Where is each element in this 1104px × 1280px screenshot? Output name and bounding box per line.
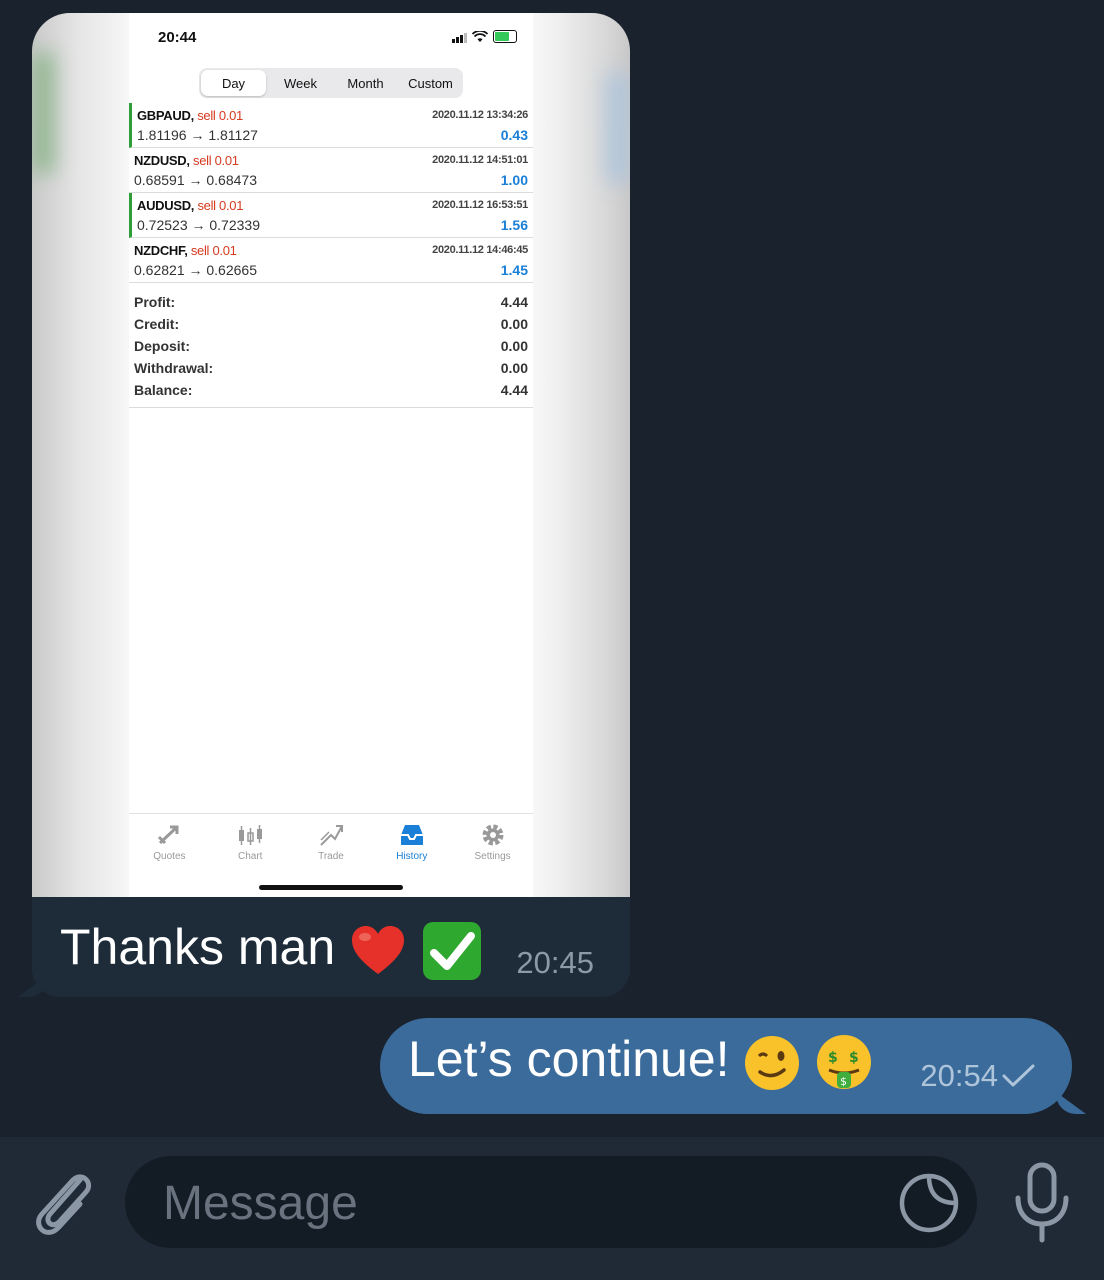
trade-side: sell 0.01 <box>197 108 243 123</box>
trade-row[interactable]: AUDUSD, sell 0.01 2020.11.12 16:53:51 0.… <box>129 193 533 238</box>
wifi-icon <box>472 31 488 42</box>
chart-icon <box>239 825 263 845</box>
incoming-message-time: 20:45 <box>516 945 594 980</box>
money-mouth-face-emoji: $ $$ <box>817 1034 872 1089</box>
gear-icon <box>482 824 504 846</box>
trade-profit: 1.00 <box>500 172 528 188</box>
trade-row[interactable]: NZDUSD, sell 0.01 2020.11.12 14:51:01 0.… <box>129 148 533 193</box>
quotes-icon <box>158 825 179 845</box>
trade-profit: 1.45 <box>500 262 528 278</box>
trade-row[interactable]: NZDCHF, sell 0.01 2020.11.12 14:46:45 0.… <box>129 238 533 283</box>
heart-emoji <box>352 925 405 974</box>
trade-prices: 0.62821 → 0.62665 <box>134 262 257 278</box>
winking-face-emoji <box>745 1035 800 1090</box>
summary-row-credit: Credit: 0.00 <box>134 316 528 332</box>
incoming-bubble-tail <box>18 975 48 997</box>
trade-row[interactable]: GBPAUD, sell 0.01 2020.11.12 13:34:26 1.… <box>129 103 533 148</box>
trade-time: 2020.11.12 16:53:51 <box>432 199 528 211</box>
outgoing-bubble-tail <box>1056 1092 1086 1114</box>
tab-day[interactable]: Day <box>201 70 266 96</box>
tab-history[interactable]: History <box>371 814 452 874</box>
trade-symbol: NZDUSD, sell 0.01 <box>134 153 239 168</box>
status-time: 20:44 <box>158 29 197 46</box>
account-summary: Profit: 4.44 Credit: 0.00 Deposit: 0.00 Wit… <box>129 291 533 408</box>
summary-row-balance: Balance: 4.44 <box>134 382 528 398</box>
trade-prices: 0.68591 → 0.68473 <box>134 172 257 188</box>
message-input[interactable] <box>161 1156 865 1250</box>
incoming-message[interactable]: 20:44 Day Week Month Custom GBPAUD, sell… <box>18 13 630 997</box>
summary-row-withdrawal: Withdrawal: 0.00 <box>134 360 528 376</box>
period-segmented-control: Day Week Month Custom <box>199 68 463 98</box>
screenshot-photo[interactable]: 20:44 Day Week Month Custom GBPAUD, sell… <box>32 13 630 897</box>
tab-chart[interactable]: Chart <box>210 814 291 874</box>
trade-side: sell 0.01 <box>197 198 244 213</box>
trade-symbol: GBPAUD, sell 0.01 <box>137 108 243 123</box>
status-icons <box>452 30 517 43</box>
tab-trade[interactable]: Trade <box>291 814 372 874</box>
trade-side: sell 0.01 <box>190 243 237 258</box>
trade-profit: 1.56 <box>500 217 528 233</box>
paperclip-icon[interactable] <box>28 1162 98 1242</box>
trade-side: sell 0.01 <box>193 153 239 168</box>
trade-prices: 0.72523 → 0.72339 <box>137 217 260 233</box>
trade-list: GBPAUD, sell 0.01 2020.11.12 13:34:26 1.… <box>129 103 533 283</box>
trade-prices: 1.81196 → 1.81127 <box>137 127 258 143</box>
summary-row-profit: Profit: 4.44 <box>134 294 528 310</box>
svg-text:$: $ <box>849 1050 859 1066</box>
svg-text:$: $ <box>840 1075 847 1088</box>
microphone-icon[interactable] <box>1008 1162 1076 1244</box>
tab-settings[interactable]: Settings <box>452 814 533 874</box>
tab-custom[interactable]: Custom <box>398 68 463 98</box>
photo-blur-left <box>32 53 54 173</box>
single-check-icon <box>1002 1064 1035 1087</box>
trade-profit: 0.43 <box>500 127 528 143</box>
tab-week[interactable]: Week <box>268 68 333 98</box>
sticker-icon[interactable] <box>898 1172 960 1234</box>
summary-row-deposit: Deposit: 0.00 <box>134 338 528 354</box>
phone-screen: 20:44 Day Week Month Custom GBPAUD, sell… <box>129 13 533 897</box>
outgoing-message[interactable]: Let’s continue! $ $ $ 20:54 <box>380 1018 1086 1114</box>
tab-month[interactable]: Month <box>333 68 398 98</box>
trade-symbol: AUDUSD, sell 0.01 <box>137 198 244 213</box>
app-tab-bar: Quotes Chart Trade History Settings <box>129 813 533 874</box>
trade-time: 2020.11.12 14:51:01 <box>432 154 528 166</box>
check-mark-emoji <box>422 921 481 980</box>
signal-icon <box>452 33 467 43</box>
incoming-message-text: Thanks man <box>60 918 483 982</box>
history-icon <box>400 825 423 845</box>
message-field[interactable] <box>125 1156 977 1250</box>
trade-time: 2020.11.12 13:34:26 <box>432 109 528 121</box>
trade-time: 2020.11.12 14:46:45 <box>432 244 528 256</box>
home-indicator <box>259 885 403 890</box>
outgoing-message-time: 20:54 <box>920 1058 998 1093</box>
photo-blur-right <box>606 73 630 183</box>
svg-text:$: $ <box>828 1050 838 1066</box>
outgoing-message-text: Let’s continue! $ $ $ <box>408 1030 873 1092</box>
trade-symbol: NZDCHF, sell 0.01 <box>134 243 237 258</box>
battery-icon <box>493 30 517 43</box>
outgoing-message-meta: 20:54 <box>920 1058 1036 1094</box>
tab-quotes[interactable]: Quotes <box>129 814 210 874</box>
trade-icon <box>320 825 343 846</box>
